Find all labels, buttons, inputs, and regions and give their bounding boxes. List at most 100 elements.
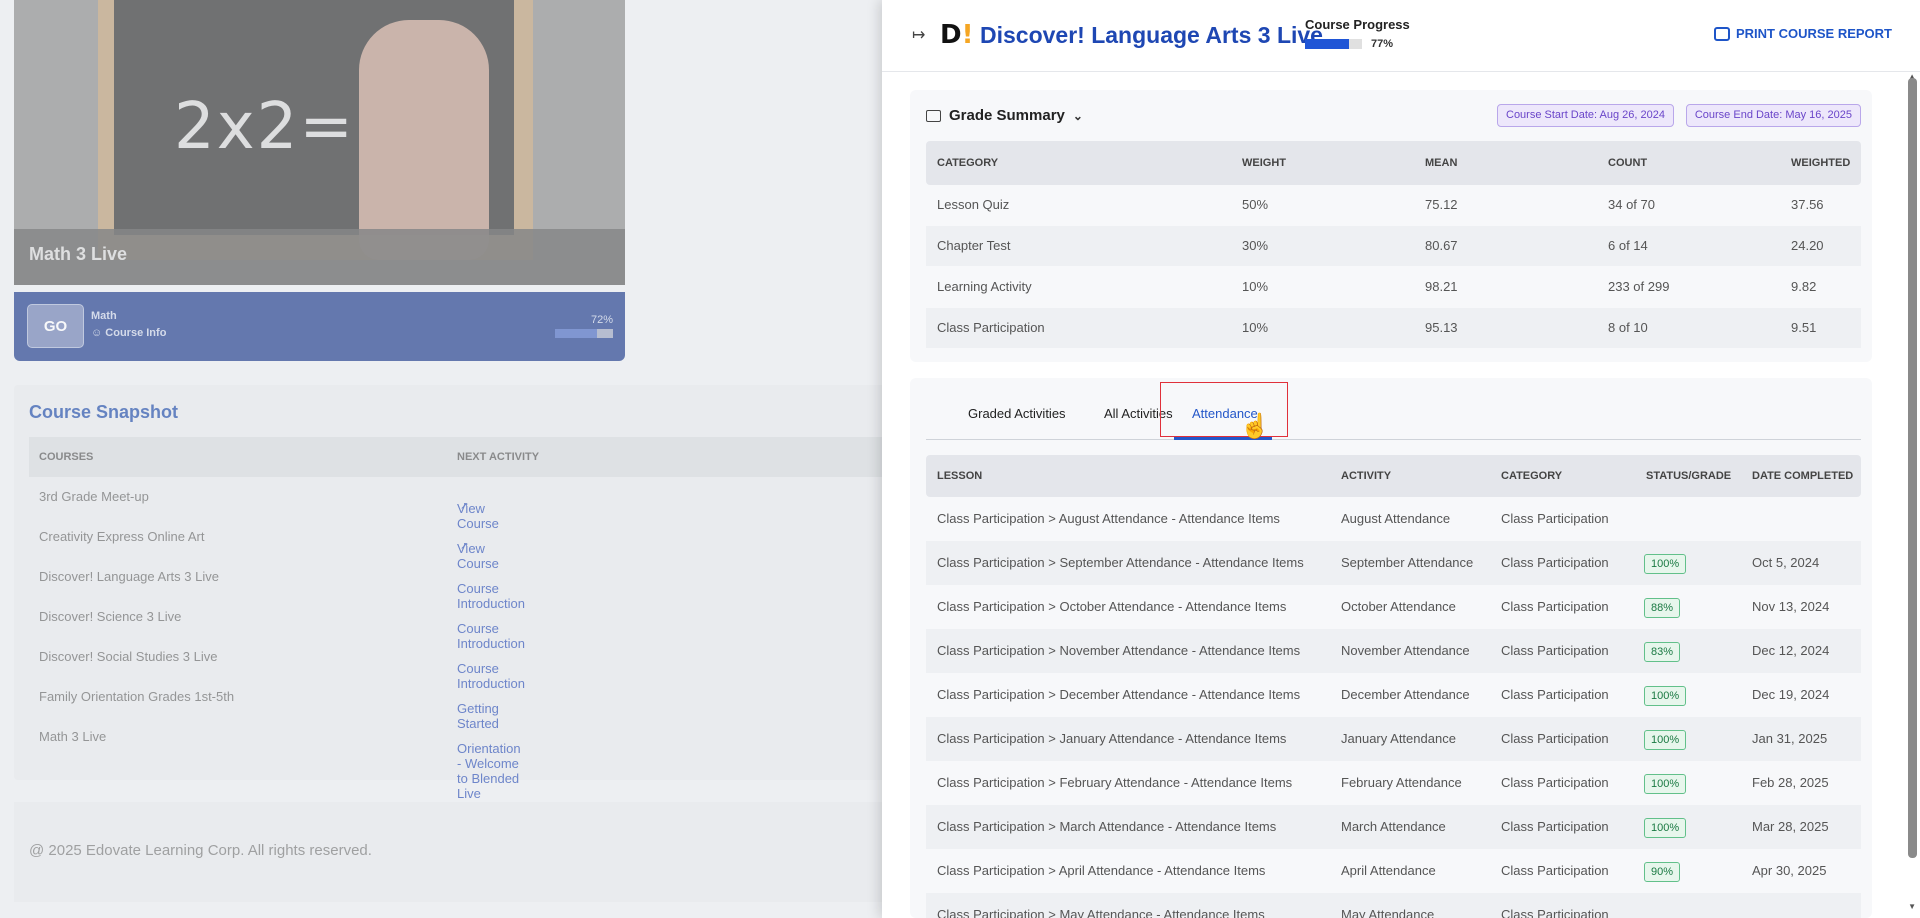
- table-row: Class Participation > March Attendance -…: [926, 805, 1861, 849]
- print-label: PRINT COURSE REPORT: [1735, 26, 1892, 41]
- tabs-divider: [926, 439, 1861, 440]
- cell-count: 233 of 299: [1608, 279, 1670, 294]
- col-mean: MEAN: [1425, 157, 1458, 169]
- table-row: Class Participation 10% 95.13 8 of 10 9.51: [926, 308, 1861, 348]
- cell-lesson: Class Participation > May Attendance - A…: [937, 907, 1265, 918]
- cell-date: Dec 12, 2024: [1752, 643, 1830, 658]
- scroll-down-arrow[interactable]: ▼: [1908, 902, 1916, 911]
- brand-logo: D!: [940, 20, 974, 50]
- chevron-down-icon: ⌄: [1072, 108, 1083, 123]
- status-grade-badge: 83%: [1644, 642, 1681, 662]
- course-progress-label: Course Progress: [1305, 17, 1410, 32]
- dim-overlay[interactable]: [0, 0, 882, 918]
- cell-mean: 95.13: [1425, 320, 1458, 335]
- cell-weighted: 9.82: [1791, 279, 1817, 294]
- table-row: Class Participation > February Attendanc…: [926, 761, 1861, 805]
- cell-date: Oct 5, 2024: [1752, 555, 1820, 570]
- cell-mean: 98.21: [1425, 279, 1458, 294]
- table-icon: [926, 109, 941, 122]
- table-row: Class Participation > December Attendanc…: [926, 673, 1861, 717]
- cell-date: Jan 31, 2025: [1752, 731, 1828, 746]
- cell-category: Lesson Quiz: [937, 197, 1010, 212]
- cell-category: Class Participation: [1501, 775, 1609, 790]
- table-row: Class Participation > November Attendanc…: [926, 629, 1861, 673]
- cell-lesson: Class Participation > September Attendan…: [937, 555, 1304, 570]
- col-status-grade: STATUS/GRADE: [1646, 470, 1732, 482]
- cell-activity: September Attendance: [1341, 555, 1474, 570]
- cell-activity: April Attendance: [1341, 863, 1436, 878]
- col-activity: ACTIVITY: [1341, 470, 1392, 482]
- cell-category: Class Participation: [1501, 863, 1609, 878]
- course-start-date: Course Start Date: Aug 26, 2024: [1497, 104, 1674, 127]
- attendance-header: LESSON ACTIVITY CATEGORY STATUS/GRADE DA…: [926, 455, 1861, 497]
- grade-summary-title: Grade Summary: [949, 107, 1065, 124]
- cell-count: 8 of 10: [1608, 320, 1648, 335]
- table-row: Class Participation > May Attendance - A…: [926, 893, 1861, 918]
- cell-mean: 80.67: [1425, 238, 1458, 253]
- status-grade-badge: 100%: [1644, 818, 1687, 838]
- status-grade-badge: 100%: [1644, 686, 1687, 706]
- col-lesson: LESSON: [937, 470, 983, 482]
- col-category: CATEGORY: [1501, 470, 1563, 482]
- cell-activity: February Attendance: [1341, 775, 1462, 790]
- cell-category: Chapter Test: [937, 238, 1011, 253]
- cell-date: Dec 19, 2024: [1752, 687, 1830, 702]
- cell-lesson: Class Participation > March Attendance -…: [937, 819, 1277, 834]
- cell-count: 6 of 14: [1608, 238, 1648, 253]
- cell-category: Class Participation: [1501, 731, 1609, 746]
- course-progress-bar: [1305, 39, 1362, 49]
- table-row: Class Participation > October Attendance…: [926, 585, 1861, 629]
- table-row: Class Participation > January Attendance…: [926, 717, 1861, 761]
- cell-activity: January Attendance: [1341, 731, 1456, 746]
- hand-cursor-icon: ☝: [1240, 413, 1270, 440]
- cell-category: Class Participation: [1501, 687, 1609, 702]
- table-row: Lesson Quiz 50% 75.12 34 of 70 37.56: [926, 185, 1861, 225]
- status-grade-badge: 90%: [1644, 862, 1681, 882]
- cell-date: Nov 13, 2024: [1752, 599, 1830, 614]
- course-drawer: ↦ D! Discover! Language Arts 3 Live Cour…: [882, 0, 1920, 918]
- cell-category: Class Participation: [937, 320, 1045, 335]
- cell-activity: March Attendance: [1341, 819, 1446, 834]
- status-grade-badge: 100%: [1644, 774, 1687, 794]
- grade-summary-card: Grade Summary ⌄ Course Start Date: Aug 2…: [910, 90, 1872, 362]
- cell-count: 34 of 70: [1608, 197, 1655, 212]
- cell-activity: May Attendance: [1341, 907, 1435, 918]
- col-weighted: WEIGHTED: [1791, 157, 1851, 169]
- cell-weight: 10%: [1242, 320, 1269, 335]
- drawer-header: ↦ D! Discover! Language Arts 3 Live Cour…: [882, 0, 1920, 72]
- drawer-scrollbar[interactable]: [1908, 78, 1917, 858]
- cell-lesson: Class Participation > August Attendance …: [937, 511, 1280, 526]
- cell-activity: December Attendance: [1341, 687, 1470, 702]
- print-course-report-button[interactable]: PRINT COURSE REPORT: [1713, 26, 1892, 41]
- cell-date: Feb 28, 2025: [1752, 775, 1829, 790]
- table-row: Class Participation > August Attendance …: [926, 497, 1861, 541]
- cell-lesson: Class Participation > April Attendance -…: [937, 863, 1266, 878]
- cell-category: Learning Activity: [937, 279, 1032, 294]
- grade-summary-header: CATEGORY WEIGHT MEAN COUNT WEIGHTED: [926, 141, 1861, 185]
- cell-activity: October Attendance: [1341, 599, 1456, 614]
- status-grade-badge: 100%: [1644, 730, 1687, 750]
- cell-lesson: Class Participation > October Attendance…: [937, 599, 1287, 614]
- cell-weighted: 9.51: [1791, 320, 1817, 335]
- activities-card: Graded Activities All Activities Attenda…: [910, 378, 1872, 918]
- cell-activity: November Attendance: [1341, 643, 1470, 658]
- table-row: Chapter Test 30% 80.67 6 of 14 24.20: [926, 226, 1861, 266]
- cell-category: Class Participation: [1501, 599, 1609, 614]
- cell-weight: 50%: [1242, 197, 1269, 212]
- collapse-drawer-icon[interactable]: ↦: [912, 25, 930, 44]
- status-grade-badge: 88%: [1644, 598, 1681, 618]
- cell-category: Class Participation: [1501, 819, 1609, 834]
- cell-weight: 10%: [1242, 279, 1269, 294]
- cell-weighted: 24.20: [1791, 238, 1824, 253]
- status-grade-badge: 100%: [1644, 554, 1687, 574]
- cell-category: Class Participation: [1501, 907, 1609, 918]
- col-category: CATEGORY: [937, 157, 999, 169]
- table-row: Class Participation > April Attendance -…: [926, 849, 1861, 893]
- cell-lesson: Class Participation > December Attendanc…: [937, 687, 1301, 702]
- col-weight: WEIGHT: [1242, 157, 1286, 169]
- course-end-date: Course End Date: May 16, 2025: [1685, 104, 1861, 127]
- grade-summary-toggle[interactable]: Grade Summary ⌄: [926, 107, 1083, 124]
- cell-mean: 75.12: [1425, 197, 1458, 212]
- printer-icon: [1713, 26, 1730, 41]
- tab-graded-activities[interactable]: Graded Activities: [968, 406, 1066, 421]
